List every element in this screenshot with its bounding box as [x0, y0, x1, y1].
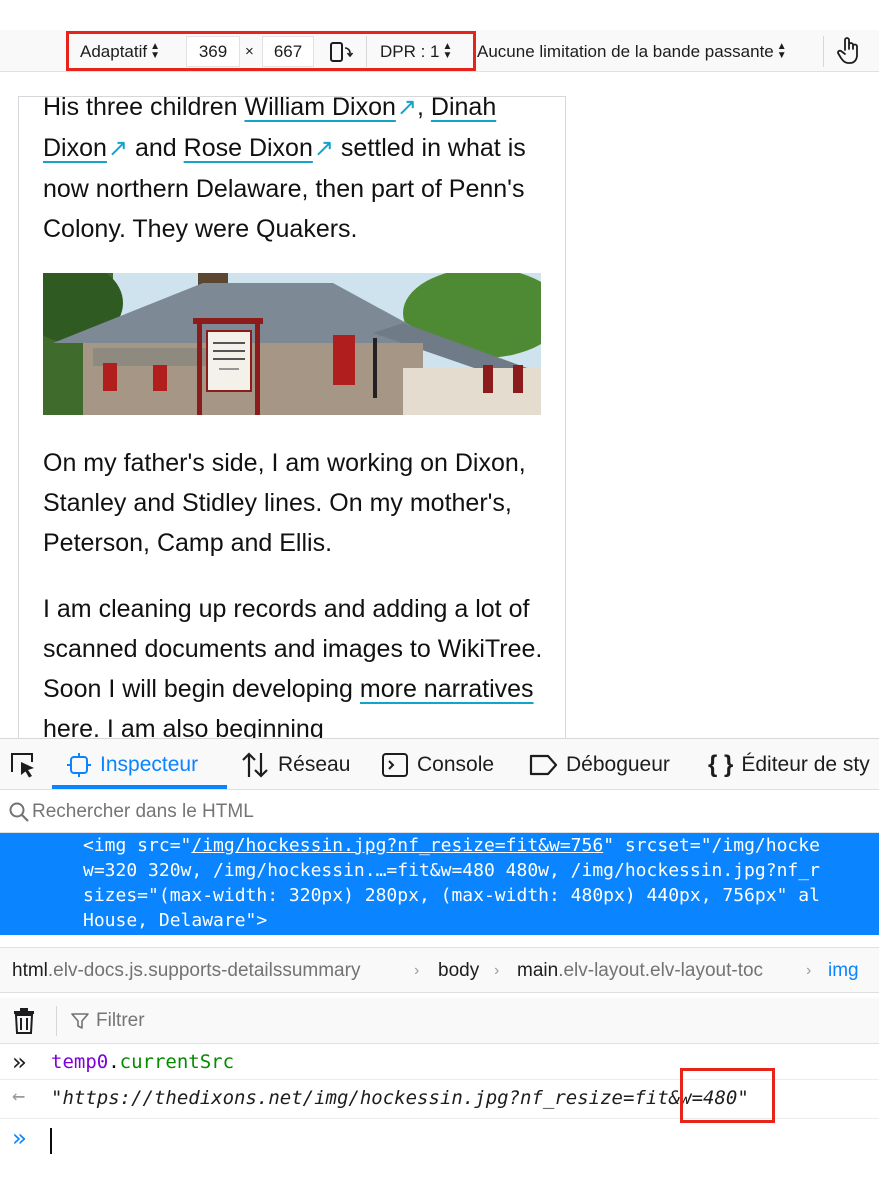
paragraph-family-lines: On my father's side, I am working on Dix…: [43, 449, 526, 557]
paragraph-text: ,: [417, 96, 431, 121]
tab-debugger[interactable]: Débogueur: [528, 739, 670, 791]
markup-line: sizes="(max-width: 320px) 280px, (max-wi…: [83, 885, 820, 906]
breadcrumb-tag: img: [828, 960, 859, 981]
markup-text: <img src=": [83, 835, 192, 856]
markup-view: <img src="/img/hockessin.jpg?nf_resize=f…: [0, 833, 879, 945]
breadcrumb-img[interactable]: img: [828, 948, 859, 994]
paragraph-children: His three children William Dixon↗, Dinah…: [43, 96, 543, 249]
paragraph-text: His three children: [43, 96, 245, 121]
updown-arrows-icon: ▲ ▼: [776, 40, 787, 61]
html-search-input[interactable]: [32, 799, 632, 825]
breadcrumb-chevron-icon: ›: [806, 962, 812, 979]
throttling-selector[interactable]: Aucune limitation de la bande passante ▲ ▼: [477, 38, 787, 65]
prompt-chevron-icon: »: [12, 1124, 27, 1152]
link-william-dixon[interactable]: William Dixon: [244, 97, 395, 121]
filter-icon: [71, 1013, 89, 1029]
markup-line: w=320 320w, /img/hockessin.…=fit&w=480 4…: [83, 860, 820, 881]
simulated-page-viewport: His three children William Dixon↗, Dinah…: [18, 96, 566, 739]
tab-network[interactable]: Réseau: [240, 739, 350, 791]
link-rose-dixon[interactable]: Rose Dixon: [184, 134, 313, 162]
breadcrumb-tag: main: [517, 960, 559, 981]
result-url: https://thedixons.net/img/hockessin.jpg?…: [62, 1087, 669, 1109]
external-link-icon: ↗: [107, 135, 129, 162]
touch-simulation-button[interactable]: [836, 35, 864, 67]
debugger-icon: [529, 755, 558, 776]
link-more-narratives[interactable]: more narratives: [360, 675, 534, 703]
expression-property: currentSrc: [119, 1051, 235, 1073]
console-toolbar: [0, 998, 879, 1044]
paragraph-text: and: [128, 134, 184, 162]
breadcrumb-chevron-icon: ›: [494, 962, 500, 979]
breadcrumb-html[interactable]: html.elv-docs.js.supports-detailssummary: [12, 948, 360, 994]
devtools-tab-bar: Inspecteur Réseau Console Débogueur { } É…: [0, 738, 879, 790]
tab-console-label: Console: [417, 753, 495, 776]
tab-style-editor[interactable]: { } Éditeur de sty: [708, 739, 870, 791]
breadcrumb-body[interactable]: body: [438, 948, 479, 994]
toolbar-separator: [823, 36, 824, 67]
breadcrumb: html.elv-docs.js.supports-detailssummary…: [0, 947, 879, 993]
trash-icon[interactable]: [12, 1007, 36, 1035]
console-input-expression: temp0.currentSrc: [51, 1051, 234, 1073]
html-search-bar: [0, 791, 879, 833]
breadcrumb-chevron-icon: ›: [414, 962, 420, 979]
markup-text: " srcset="/img/hocke: [603, 835, 820, 856]
throttling-label: Aucune limitation de la bande passante: [477, 42, 774, 61]
console-prompt-row[interactable]: »: [0, 1120, 879, 1160]
return-arrow-icon: ←: [12, 1084, 26, 1109]
style-editor-icon: { }: [708, 751, 734, 779]
toolbar-separator: [56, 1006, 57, 1036]
tab-network-label: Réseau: [278, 753, 351, 776]
markup-line: House, Delaware">: [83, 910, 268, 931]
hockessin-meeting-house-image: [43, 273, 541, 415]
expression-dot: .: [108, 1051, 120, 1073]
prompt-chevron-icon: »: [12, 1048, 27, 1076]
breadcrumb-class: .elv-layout.elv-layout-toc: [558, 960, 764, 981]
paragraph-records: I am cleaning up records and adding a lo…: [43, 589, 543, 739]
console-icon: [382, 753, 408, 778]
text-caret: [50, 1128, 52, 1154]
expression-object: temp0: [51, 1051, 109, 1073]
annotation-highlight-box: [680, 1068, 775, 1123]
annotation-highlight-box: [66, 31, 476, 71]
search-icon: [9, 802, 29, 822]
house-photo-illustration: [43, 273, 541, 415]
element-picker-button[interactable]: [8, 739, 44, 791]
markup-line: <img src="/img/hockessin.jpg?nf_resize=f…: [83, 833, 820, 858]
tab-inspector-label: Inspecteur: [100, 753, 199, 776]
result-quote: ": [51, 1087, 63, 1109]
network-icon: [242, 752, 268, 779]
inspector-icon: [67, 753, 91, 778]
breadcrumb-class: .elv-docs.js.supports-detailssummary: [47, 960, 361, 981]
external-link-icon: ↗: [313, 135, 334, 162]
element-picker-icon: [11, 753, 34, 778]
tab-style-editor-label: Éditeur de sty: [741, 753, 870, 776]
external-link-icon: ↗: [396, 96, 417, 121]
breadcrumb-main[interactable]: main.elv-layout.elv-layout-toc: [517, 948, 763, 994]
markup-src-link[interactable]: /img/hockessin.jpg?nf_resize=fit&w=756: [191, 835, 603, 856]
active-tab-indicator: [52, 785, 227, 789]
tab-console[interactable]: Console: [381, 739, 494, 791]
console-result-string[interactable]: "https://thedixons.net/img/hockessin.jpg…: [51, 1087, 749, 1109]
touch-simulation-icon: [837, 37, 858, 64]
tab-debugger-label: Débogueur: [566, 753, 670, 776]
console-filter-input[interactable]: [96, 1007, 496, 1035]
paragraph-text: here. I am also beginning: [43, 715, 324, 739]
breadcrumb-tag: html: [12, 960, 48, 981]
tab-inspector[interactable]: Inspecteur: [66, 739, 198, 791]
breadcrumb-tag: body: [438, 960, 480, 981]
